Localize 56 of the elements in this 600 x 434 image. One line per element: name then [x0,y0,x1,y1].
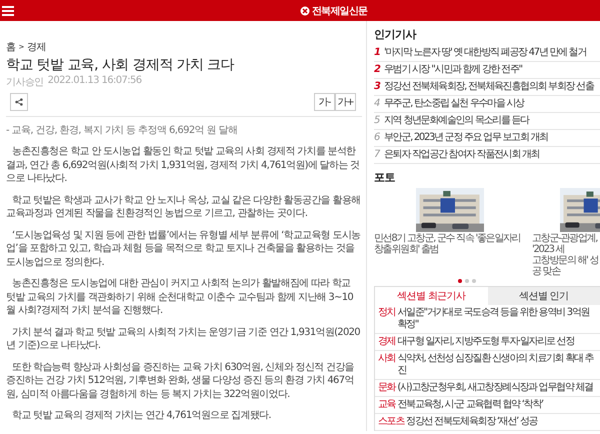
photo-caption[interactable]: 고창군-관광업계, '2023 세 [532,233,600,255]
headline-link[interactable]: 식약처, 선천성 심장질환 신생아의 치료기회 확대 추진 [397,353,600,377]
date-label: 기사승인 [6,76,44,89]
category-label: 문화 [378,382,396,394]
article-paragraph: 학교 텃밭은 학생과 교사가 학교 안 노지나 옥상, 교실 같은 다양한 활동공간을 활용해 교육과정과 연계된 작물을 친환경적인 농법으로 기르고, 관찰하는 곳이다. [6,194,362,220]
section-tab[interactable]: 섹션별 인기 [488,287,600,305]
font-size-button[interactable]: 가- [314,93,335,111]
photo-caption[interactable]: 창출위원회' 출범 [374,244,526,255]
article-paragraph: ‘도시농업육성 및 지원 등에 관한 법률’에서는 유형별 세부 분류에 ‘학교교육형 도시농업’을 포함하고 있고, 학습과 체험 등을 목적으로 학교 토지나 건축물을 활용하는 것을 도시농업으로 정의한다. [6,228,362,269]
logo-icon [300,6,310,16]
category-label: 경제 [378,336,396,348]
article-paragraph: 또한 학습능력 향상과 사회성을 증진하는 교육 가치 630억원, 신체와 정신적 건강을 증진하는 건강 가치 512억원, 기후변화 완화, 생물 다양성 증진 등의 환경 가치 467억원, 심미적 아름다움을 경험하게 하는 등 복지 가치는 322억원이었다. [6,360,355,401]
article-paragraph: 농촌진흥청은 도시농업에 대한 관심이 커지고 사회적 논의가 활발해짐에 따라 학교 텃밭 교육의 가치를 객관화하기 위해 순천대학교 이춘수 교수팀과 함께 지난해 3~10월 사회?경제적 가치 분석을 진행했다. [6,277,354,318]
headline-link[interactable]: (사)고창군청우회, 새고창장례식장과 업무협약 체결 [397,382,600,394]
rank-number: 6 [374,132,381,144]
rank-number: 5 [374,115,381,127]
category-label: 스포츠 [378,416,404,428]
headline-link[interactable]: 우범기 시장 "시민과 함께 강한 전주" [384,64,522,76]
carousel-dot[interactable] [458,279,462,283]
section-heading: 포토 [374,170,396,185]
category-label: 정치 [378,307,396,320]
article-date: 2022.01.13 16:07:56 [48,75,142,88]
article-title: 학교 텃밭 교육, 사회 경제적 가치 크다 [6,56,236,74]
share-icon [15,98,23,106]
headline-link[interactable]: 전북교육청, 시·군 교육협력 협약 ‘착착’ [397,399,600,411]
rank-number: 7 [374,149,381,161]
rank-number: 2 [374,64,382,76]
section-heading: 인기기사 [374,27,418,42]
rank-number: 4 [374,98,381,110]
headline-link[interactable]: 지역 청년문화예술인의 목소리를 듣다 [384,115,529,127]
category-label: 사회 [378,353,396,366]
carousel-dot[interactable] [465,279,469,283]
article-paragraph: 학교 텃밭 교육의 경제적 가치는 연간 4,761억원으로 집계됐다. [11,409,272,422]
rank-number: 3 [374,81,382,93]
photo-caption[interactable]: 민선8기 고창군, 군수 직속 '좋은일자리 [374,233,526,244]
headline-link[interactable]: 은퇴자 작업공간 참여자 작품전시회 개최 [384,149,540,161]
article-subtitle: - 교육, 건강, 환경, 복지 가치 등 추정액 6,692억 원 달해 [6,124,238,137]
headline-link[interactable]: 대구형 일자리, 지방주도형 투자·일자리로 선정 [397,336,600,348]
article-paragraph: 가치 분석 결과 학교 텃밭 교육의 사회적 가치는 운영기금 기준 연간 1,931억원(2020년 기준)으로 나타났다. [6,326,361,352]
font-size-button[interactable]: 가+ [335,93,356,111]
rank-number: 1 [374,47,381,59]
article-paragraph: 농촌진흥청은 학교 안 도시농업 활동인 학교 텃밭 교육의 사회 경제적 가치를 분석한 결과, 연간 총 6,692억원(사회적 가치 1,931억원, 경제적 가치 4,761억원)에 달하는 것으로 나타났다. [6,145,360,186]
headline-link[interactable]: 정강선 전북도체육회장 ‘재선’ 성공 [406,416,600,428]
carousel-dot[interactable] [472,279,476,283]
headline-link[interactable]: 부안군, 2023년 군정 주요 업무 보고회 개최 [384,132,548,144]
photo-caption[interactable]: 고창방문의 해' 성공 맞손 [532,255,600,277]
headline-link[interactable]: 무주군, 탄소중립 실천 우수마을 시상 [384,98,524,110]
site-logo[interactable]: 전북제일신문 [312,4,368,18]
menu-icon[interactable] [2,6,14,16]
breadcrumb-link[interactable]: 경제 [26,40,46,54]
share-button[interactable] [10,93,28,111]
headline-link[interactable]: 서일준"거가대로 국도승격 등을 위한 용역비 3억원 확정" [397,307,600,331]
headline-link[interactable]: '마지막 노른자 땅' 옛 대한방직 폐공장 47년 만에 철거 [384,47,586,59]
headline-link[interactable]: 정강선 전북체육회장, 전북체육진흥협의회 부회장 선출 [384,81,594,93]
category-label: 교육 [378,399,396,411]
breadcrumb-link[interactable]: 홈 [6,40,16,54]
